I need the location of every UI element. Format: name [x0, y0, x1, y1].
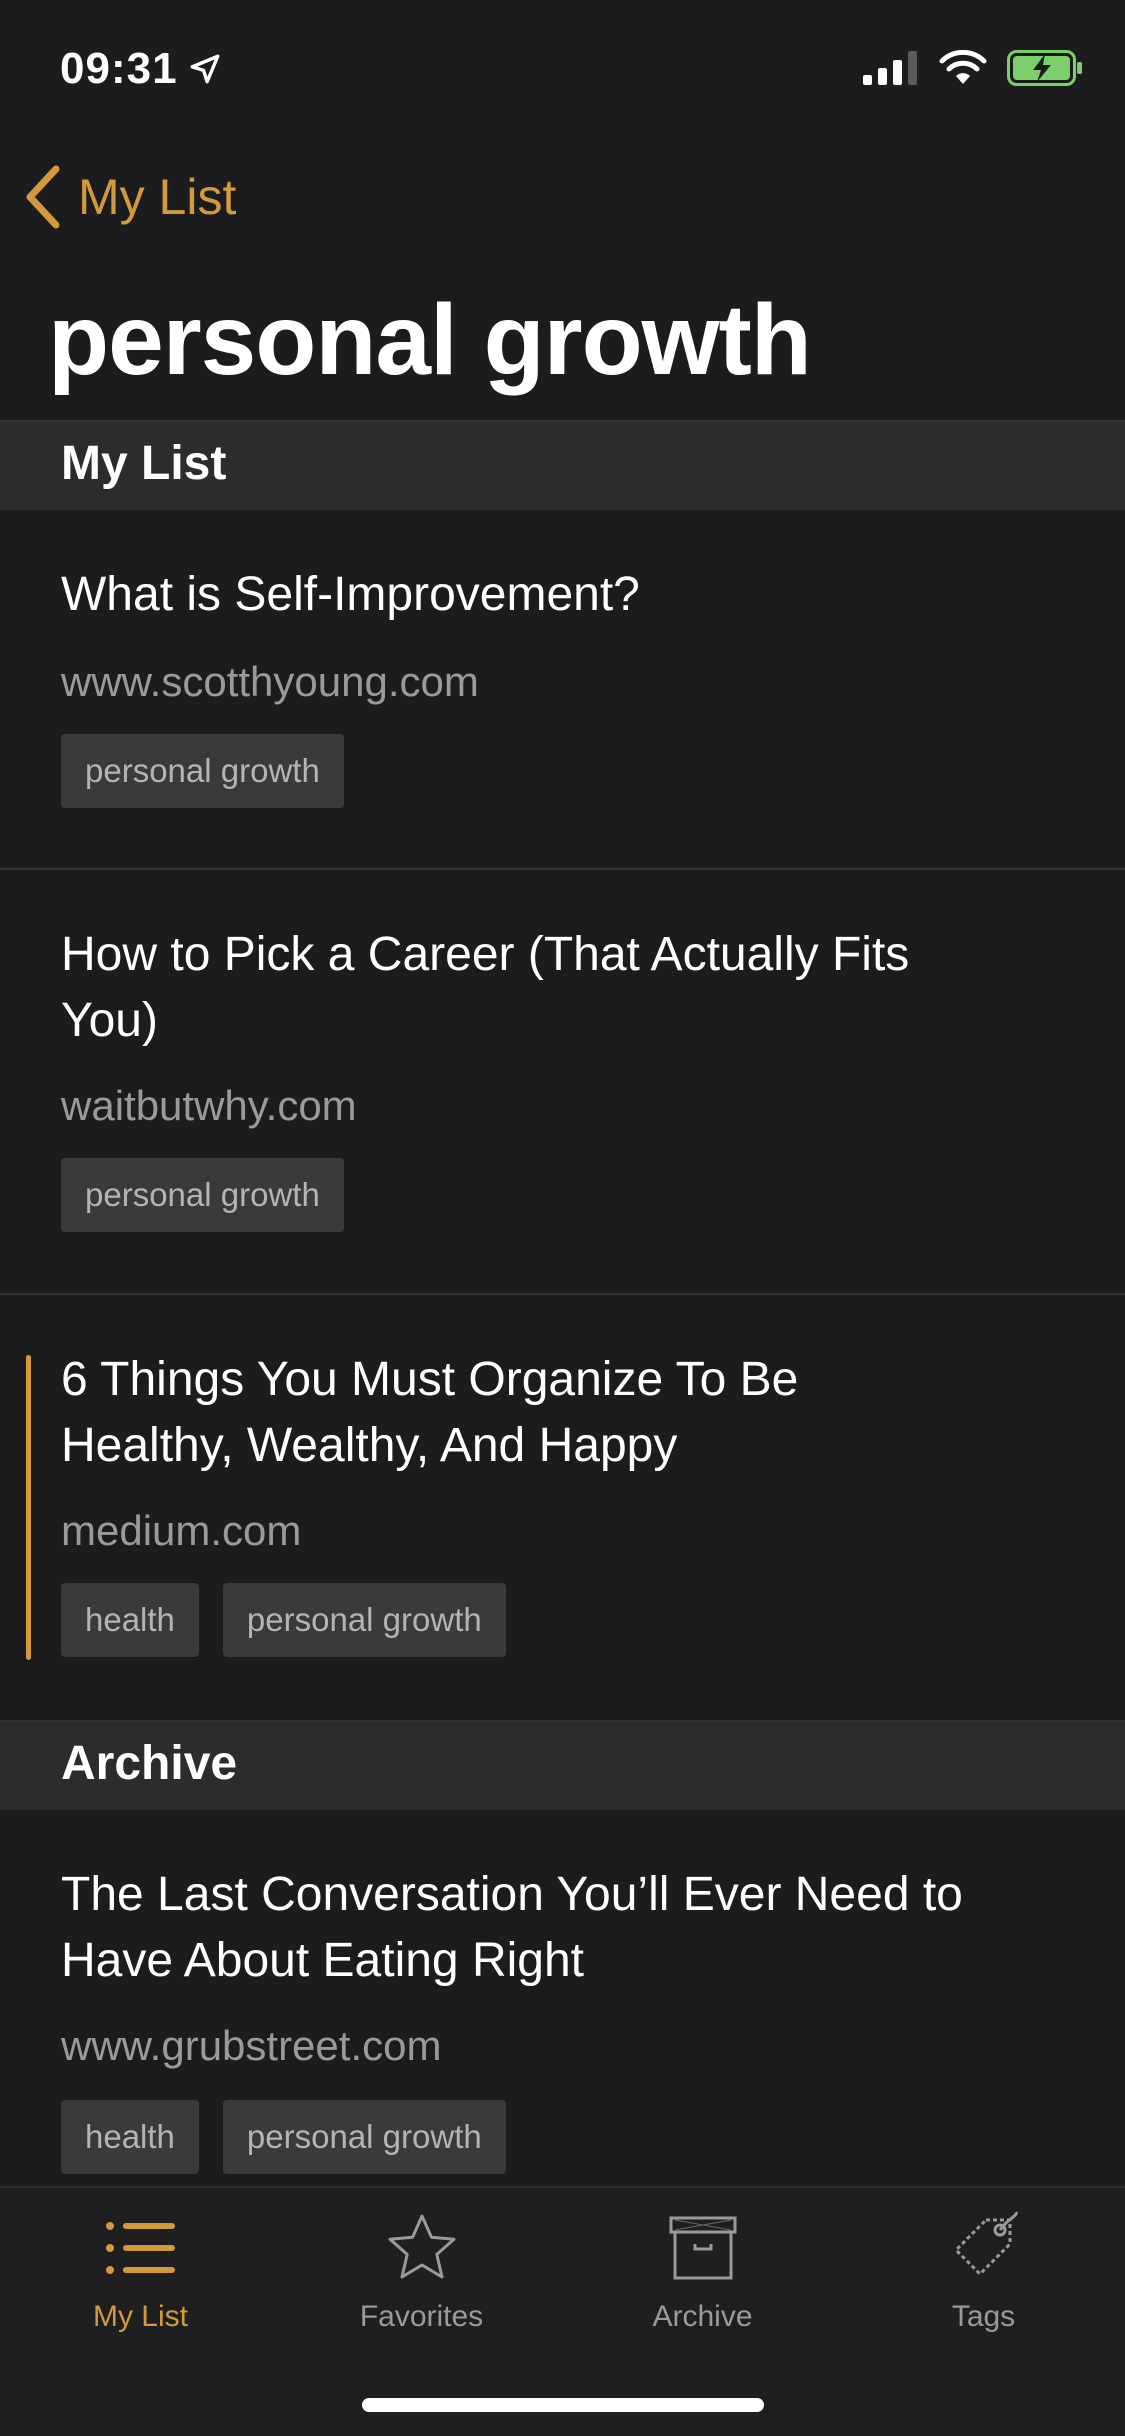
tab-my-list[interactable]: My List	[0, 2208, 281, 2348]
tag-chip[interactable]: personal growth	[222, 1583, 506, 1657]
reading-progress-indicator	[26, 1355, 31, 1660]
article-domain: www.scotthyoung.com	[61, 658, 479, 705]
back-button[interactable]: My List	[24, 165, 236, 229]
wifi-icon	[939, 50, 987, 84]
battery-charging-icon	[1007, 50, 1082, 86]
tab-archive[interactable]: Archive	[562, 2208, 843, 2348]
section-header-label: Archive	[61, 1737, 238, 1790]
status-icons	[863, 50, 1083, 86]
article-tags: personal growth	[61, 734, 344, 808]
article-title: 6 Things You Must Organize To Be Healthy…	[61, 1353, 799, 1472]
tab-tags[interactable]: Tags	[843, 2208, 1124, 2348]
article-title: What is Self-Improvement?	[61, 568, 640, 621]
tab-label: My List	[92, 2300, 188, 2333]
tab-label: Favorites	[359, 2300, 484, 2333]
article-row[interactable]: What is Self-Improvement? www.scotthyoun…	[0, 510, 1125, 870]
chevron-left-icon	[26, 165, 60, 229]
star-icon	[388, 2214, 455, 2279]
location-arrow-icon	[190, 54, 219, 84]
article-title: How to Pick a Career (That Actually Fits…	[61, 928, 910, 1047]
section-header-my-list: My List	[0, 420, 1125, 510]
back-button-label: My List	[78, 169, 237, 225]
tab-label: Tags	[951, 2300, 1016, 2333]
archive-box-icon	[669, 2216, 736, 2280]
article-title: The Last Conversation You’ll Ever Need t…	[61, 1868, 963, 1987]
home-indicator[interactable]	[362, 2398, 764, 2412]
article-row[interactable]: The Last Conversation You’ll Ever Need t…	[0, 1810, 1125, 2186]
article-domain: medium.com	[61, 1507, 302, 1554]
article-tags: health personal growth	[61, 1583, 506, 1657]
status-time-text: 09:31	[60, 44, 178, 93]
tag-chip[interactable]: health	[61, 2100, 199, 2174]
article-domain: www.grubstreet.com	[61, 2022, 442, 2069]
tab-favorites[interactable]: Favorites	[281, 2208, 562, 2348]
tag-chip[interactable]: personal growth	[222, 2100, 506, 2174]
status-time: 09:31	[60, 44, 222, 94]
tag-chip[interactable]: personal growth	[61, 734, 344, 808]
section-header-archive: Archive	[0, 1720, 1125, 1810]
tag-chip[interactable]: personal growth	[61, 1158, 344, 1232]
article-row[interactable]: How to Pick a Career (That Actually Fits…	[0, 870, 1125, 1295]
tag-chip[interactable]: health	[61, 1583, 199, 1657]
article-domain: waitbutwhy.com	[61, 1082, 357, 1129]
tag-icon	[954, 2211, 1018, 2276]
page-title: personal growth	[48, 284, 812, 396]
section-header-label: My List	[61, 437, 227, 490]
list-icon	[105, 2222, 175, 2274]
article-tags: health personal growth	[61, 2100, 506, 2174]
article-row-highlighted[interactable]: 6 Things You Must Organize To Be Healthy…	[0, 1295, 1125, 1720]
tab-label: Archive	[652, 2300, 753, 2333]
status-bar: 09:31	[0, 0, 1125, 132]
signal-icon	[863, 51, 917, 85]
article-tags: personal growth	[61, 1158, 344, 1232]
